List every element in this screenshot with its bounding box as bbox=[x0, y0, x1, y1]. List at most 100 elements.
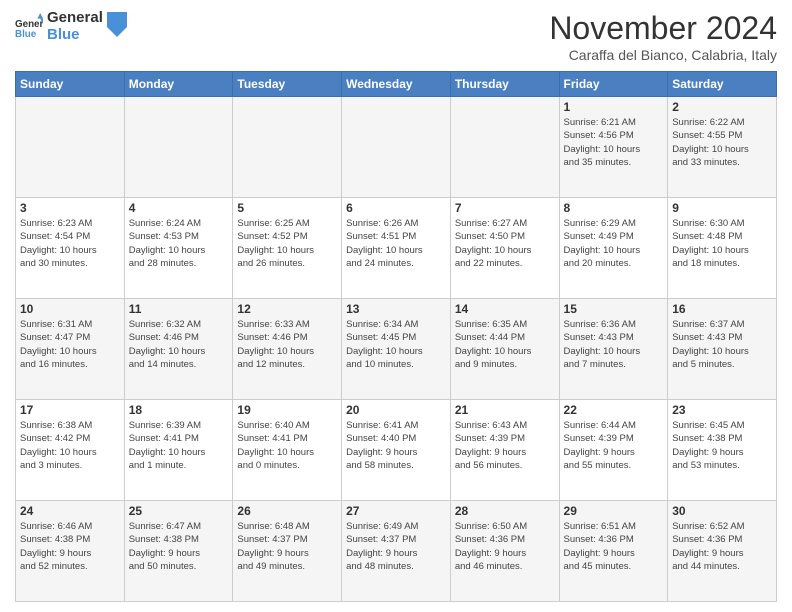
day-info: Sunrise: 6:40 AM Sunset: 4:41 PM Dayligh… bbox=[237, 419, 337, 472]
day-info: Sunrise: 6:32 AM Sunset: 4:46 PM Dayligh… bbox=[129, 318, 229, 371]
calendar-cell-1-1: 4Sunrise: 6:24 AM Sunset: 4:53 PM Daylig… bbox=[124, 198, 233, 299]
day-info: Sunrise: 6:22 AM Sunset: 4:55 PM Dayligh… bbox=[672, 116, 772, 169]
day-number: 2 bbox=[672, 100, 772, 114]
calendar-cell-0-6: 2 Sunrise: 6:22 AM Sunset: 4:55 PM Daylig… bbox=[668, 97, 777, 198]
svg-text:Blue: Blue bbox=[15, 28, 37, 39]
calendar-row-0: 1Sunrise: 6:21 AM Sunset: 4:56 PM Daylig… bbox=[16, 97, 777, 198]
day-number: 26 bbox=[237, 504, 337, 518]
col-monday: Monday bbox=[124, 72, 233, 97]
title-block: November 2024 Caraffa del Bianco, Calabr… bbox=[549, 10, 777, 63]
calendar-cell-2-5: 15 Sunrise: 6:36 AM Sunset: 4:43 PM Dayli… bbox=[559, 299, 668, 400]
col-wednesday: Wednesday bbox=[342, 72, 451, 97]
day-number: 29 bbox=[564, 504, 664, 518]
day-number: 18 bbox=[129, 403, 229, 417]
day-info: Sunrise: 6:49 AM Sunset: 4:37 PM Dayligh… bbox=[346, 520, 446, 573]
day-info: Sunrise: 6:30 AM Sunset: 4:48 PM Dayligh… bbox=[672, 217, 772, 270]
day-number: 17 bbox=[20, 403, 120, 417]
day-info: Sunrise: 6:37 AM Sunset: 4:43 PM Dayligh… bbox=[672, 318, 772, 371]
day-number: 21 bbox=[455, 403, 555, 417]
day-number: 6 bbox=[346, 201, 446, 215]
calendar-cell-1-4: 7Sunrise: 6:27 AM Sunset: 4:50 PM Daylig… bbox=[450, 198, 559, 299]
day-number: 22 bbox=[564, 403, 664, 417]
day-number: 23 bbox=[672, 403, 772, 417]
calendar-cell-2-4: 14 Sunrise: 6:35 AM Sunset: 4:44 PM Dayli… bbox=[450, 299, 559, 400]
calendar-cell-1-0: 3 Sunrise: 6:23 AM Sunset: 4:54 PM Daylig… bbox=[16, 198, 125, 299]
day-number: 28 bbox=[455, 504, 555, 518]
calendar-cell-2-2: 12 Sunrise: 6:33 AM Sunset: 4:46 PM Dayli… bbox=[233, 299, 342, 400]
calendar-cell-1-5: 8Sunrise: 6:29 AM Sunset: 4:49 PM Daylig… bbox=[559, 198, 668, 299]
day-info: Sunrise: 6:38 AM Sunset: 4:42 PM Dayligh… bbox=[20, 419, 120, 472]
day-info: Sunrise: 6:33 AM Sunset: 4:46 PM Dayligh… bbox=[237, 318, 337, 371]
calendar-cell-1-2: 5 Sunrise: 6:25 AM Sunset: 4:52 PM Daylig… bbox=[233, 198, 342, 299]
day-info: Sunrise: 6:47 AM Sunset: 4:38 PM Dayligh… bbox=[129, 520, 229, 573]
calendar-cell-4-6: 30Sunrise: 6:52 AM Sunset: 4:36 PM Dayli… bbox=[668, 501, 777, 602]
logo-arrow-icon bbox=[107, 12, 127, 42]
day-info: Sunrise: 6:31 AM Sunset: 4:47 PM Dayligh… bbox=[20, 318, 120, 371]
day-info: Sunrise: 6:25 AM Sunset: 4:52 PM Dayligh… bbox=[237, 217, 337, 270]
calendar-row-4: 24 Sunrise: 6:46 AM Sunset: 4:38 PM Dayli… bbox=[16, 501, 777, 602]
calendar-row-2: 10 Sunrise: 6:31 AM Sunset: 4:47 PM Dayli… bbox=[16, 299, 777, 400]
calendar-cell-3-3: 20 Sunrise: 6:41 AM Sunset: 4:40 PM Dayli… bbox=[342, 400, 451, 501]
header: General Blue General Blue November 2024 … bbox=[15, 10, 777, 63]
logo: General Blue General Blue bbox=[15, 10, 127, 43]
day-number: 7 bbox=[455, 201, 555, 215]
day-number: 12 bbox=[237, 302, 337, 316]
day-number: 14 bbox=[455, 302, 555, 316]
day-number: 5 bbox=[237, 201, 337, 215]
day-number: 16 bbox=[672, 302, 772, 316]
day-info: Sunrise: 6:39 AM Sunset: 4:41 PM Dayligh… bbox=[129, 419, 229, 472]
day-number: 13 bbox=[346, 302, 446, 316]
col-tuesday: Tuesday bbox=[233, 72, 342, 97]
logo-blue: Blue bbox=[47, 27, 103, 44]
day-info: Sunrise: 6:36 AM Sunset: 4:43 PM Dayligh… bbox=[564, 318, 664, 371]
calendar-cell-2-6: 16 Sunrise: 6:37 AM Sunset: 4:43 PM Dayli… bbox=[668, 299, 777, 400]
day-number: 10 bbox=[20, 302, 120, 316]
calendar-cell-2-0: 10 Sunrise: 6:31 AM Sunset: 4:47 PM Dayli… bbox=[16, 299, 125, 400]
calendar-cell-0-2 bbox=[233, 97, 342, 198]
calendar-cell-4-0: 24 Sunrise: 6:46 AM Sunset: 4:38 PM Dayli… bbox=[16, 501, 125, 602]
calendar-row-3: 17 Sunrise: 6:38 AM Sunset: 4:42 PM Dayli… bbox=[16, 400, 777, 501]
day-info: Sunrise: 6:26 AM Sunset: 4:51 PM Dayligh… bbox=[346, 217, 446, 270]
day-info: Sunrise: 6:35 AM Sunset: 4:44 PM Dayligh… bbox=[455, 318, 555, 371]
day-number: 3 bbox=[20, 201, 120, 215]
calendar-cell-3-2: 19Sunrise: 6:40 AM Sunset: 4:41 PM Dayli… bbox=[233, 400, 342, 501]
location: Caraffa del Bianco, Calabria, Italy bbox=[549, 47, 777, 63]
calendar-cell-3-4: 21 Sunrise: 6:43 AM Sunset: 4:39 PM Dayli… bbox=[450, 400, 559, 501]
calendar-cell-4-2: 26Sunrise: 6:48 AM Sunset: 4:37 PM Dayli… bbox=[233, 501, 342, 602]
col-thursday: Thursday bbox=[450, 72, 559, 97]
col-sunday: Sunday bbox=[16, 72, 125, 97]
calendar-table: Sunday Monday Tuesday Wednesday Thursday… bbox=[15, 71, 777, 602]
calendar-row-1: 3 Sunrise: 6:23 AM Sunset: 4:54 PM Daylig… bbox=[16, 198, 777, 299]
calendar-cell-1-6: 9 Sunrise: 6:30 AM Sunset: 4:48 PM Daylig… bbox=[668, 198, 777, 299]
calendar-cell-2-3: 13Sunrise: 6:34 AM Sunset: 4:45 PM Dayli… bbox=[342, 299, 451, 400]
day-info: Sunrise: 6:41 AM Sunset: 4:40 PM Dayligh… bbox=[346, 419, 446, 472]
day-number: 20 bbox=[346, 403, 446, 417]
day-info: Sunrise: 6:46 AM Sunset: 4:38 PM Dayligh… bbox=[20, 520, 120, 573]
day-number: 4 bbox=[129, 201, 229, 215]
day-info: Sunrise: 6:44 AM Sunset: 4:39 PM Dayligh… bbox=[564, 419, 664, 472]
calendar-cell-0-3 bbox=[342, 97, 451, 198]
day-info: Sunrise: 6:50 AM Sunset: 4:36 PM Dayligh… bbox=[455, 520, 555, 573]
calendar-cell-4-5: 29Sunrise: 6:51 AM Sunset: 4:36 PM Dayli… bbox=[559, 501, 668, 602]
calendar-cell-3-1: 18 Sunrise: 6:39 AM Sunset: 4:41 PM Dayli… bbox=[124, 400, 233, 501]
calendar-cell-0-4 bbox=[450, 97, 559, 198]
day-number: 24 bbox=[20, 504, 120, 518]
logo-icon: General Blue bbox=[15, 13, 43, 41]
day-number: 9 bbox=[672, 201, 772, 215]
day-number: 15 bbox=[564, 302, 664, 316]
day-info: Sunrise: 6:23 AM Sunset: 4:54 PM Dayligh… bbox=[20, 217, 120, 270]
day-info: Sunrise: 6:21 AM Sunset: 4:56 PM Dayligh… bbox=[564, 116, 664, 169]
calendar-cell-1-3: 6 Sunrise: 6:26 AM Sunset: 4:51 PM Daylig… bbox=[342, 198, 451, 299]
day-number: 25 bbox=[129, 504, 229, 518]
calendar-cell-0-0 bbox=[16, 97, 125, 198]
day-number: 27 bbox=[346, 504, 446, 518]
col-saturday: Saturday bbox=[668, 72, 777, 97]
day-info: Sunrise: 6:43 AM Sunset: 4:39 PM Dayligh… bbox=[455, 419, 555, 472]
calendar-cell-3-0: 17 Sunrise: 6:38 AM Sunset: 4:42 PM Dayli… bbox=[16, 400, 125, 501]
day-number: 8 bbox=[564, 201, 664, 215]
day-number: 11 bbox=[129, 302, 229, 316]
month-title: November 2024 bbox=[549, 10, 777, 47]
calendar-cell-4-3: 27 Sunrise: 6:49 AM Sunset: 4:37 PM Dayli… bbox=[342, 501, 451, 602]
calendar-header-row: Sunday Monday Tuesday Wednesday Thursday… bbox=[16, 72, 777, 97]
calendar-cell-4-4: 28 Sunrise: 6:50 AM Sunset: 4:36 PM Dayli… bbox=[450, 501, 559, 602]
